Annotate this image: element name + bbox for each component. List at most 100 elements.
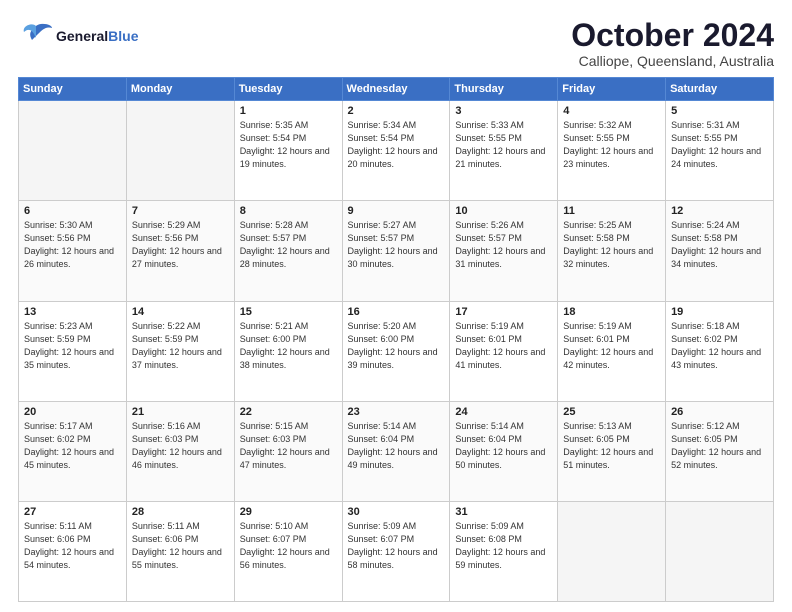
day-number: 23	[348, 406, 445, 418]
day-number: 19	[671, 306, 768, 318]
day-number: 28	[132, 506, 229, 518]
week-row-5: 27Sunrise: 5:11 AMSunset: 6:06 PMDayligh…	[19, 501, 774, 601]
calendar-cell: 8Sunrise: 5:28 AMSunset: 5:57 PMDaylight…	[234, 201, 342, 301]
day-number: 2	[348, 105, 445, 117]
location-subtitle: Calliope, Queensland, Australia	[571, 53, 774, 69]
calendar-cell: 3 Sunrise: 5:33 AMSunset: 5:55 PMDaylight…	[450, 101, 558, 201]
week-row-1: 1 Sunrise: 5:35 AMSunset: 5:54 PMDaylight…	[19, 101, 774, 201]
logo-text: GeneralBlue	[56, 28, 138, 45]
day-info: Sunrise: 5:35 AMSunset: 5:54 PMDaylight:…	[240, 119, 337, 171]
week-row-2: 6 Sunrise: 5:30 AMSunset: 5:56 PMDaylight…	[19, 201, 774, 301]
day-info: Sunrise: 5:30 AMSunset: 5:56 PMDaylight:…	[24, 219, 121, 271]
calendar-cell: 23 Sunrise: 5:14 AMSunset: 6:04 PMDayligh…	[342, 401, 450, 501]
day-info: Sunrise: 5:15 AMSunset: 6:03 PMDaylight:…	[240, 420, 337, 472]
calendar-cell: 1 Sunrise: 5:35 AMSunset: 5:54 PMDaylight…	[234, 101, 342, 201]
logo-blue: Blue	[108, 28, 138, 44]
calendar-cell: 22 Sunrise: 5:15 AMSunset: 6:03 PMDayligh…	[234, 401, 342, 501]
calendar-cell: 27Sunrise: 5:11 AMSunset: 6:06 PMDayligh…	[19, 501, 127, 601]
day-number: 13	[24, 306, 121, 318]
day-number: 9	[348, 205, 445, 217]
logo-svg	[18, 18, 54, 54]
calendar-cell: 7 Sunrise: 5:29 AMSunset: 5:56 PMDaylight…	[126, 201, 234, 301]
day-info: Sunrise: 5:19 AMSunset: 6:01 PMDaylight:…	[455, 320, 552, 372]
day-info: Sunrise: 5:20 AMSunset: 6:00 PMDaylight:…	[348, 320, 445, 372]
day-number: 24	[455, 406, 552, 418]
day-number: 29	[240, 506, 337, 518]
day-number: 25	[563, 406, 660, 418]
day-number: 6	[24, 205, 121, 217]
calendar-cell: 25 Sunrise: 5:13 AMSunset: 6:05 PMDayligh…	[558, 401, 666, 501]
weekday-header-monday: Monday	[126, 78, 234, 101]
day-number: 10	[455, 205, 552, 217]
day-number: 31	[455, 506, 552, 518]
day-info: Sunrise: 5:29 AMSunset: 5:56 PMDaylight:…	[132, 219, 229, 271]
day-info: Sunrise: 5:11 AMSunset: 6:06 PMDaylight:…	[132, 520, 229, 572]
weekday-header-friday: Friday	[558, 78, 666, 101]
weekday-header-row: SundayMondayTuesdayWednesdayThursdayFrid…	[19, 78, 774, 101]
day-number: 7	[132, 205, 229, 217]
day-info: Sunrise: 5:23 AMSunset: 5:59 PMDaylight:…	[24, 320, 121, 372]
day-number: 14	[132, 306, 229, 318]
day-info: Sunrise: 5:34 AMSunset: 5:54 PMDaylight:…	[348, 119, 445, 171]
calendar-cell: 10 Sunrise: 5:26 AMSunset: 5:57 PMDayligh…	[450, 201, 558, 301]
day-info: Sunrise: 5:21 AMSunset: 6:00 PMDaylight:…	[240, 320, 337, 372]
day-number: 21	[132, 406, 229, 418]
logo-general: General	[56, 28, 108, 44]
page: GeneralBlue October 2024 Calliope, Queen…	[0, 0, 792, 612]
calendar-cell: 30 Sunrise: 5:09 AMSunset: 6:07 PMDayligh…	[342, 501, 450, 601]
day-info: Sunrise: 5:31 AMSunset: 5:55 PMDaylight:…	[671, 119, 768, 171]
weekday-header-wednesday: Wednesday	[342, 78, 450, 101]
calendar-cell: 12 Sunrise: 5:24 AMSunset: 5:58 PMDayligh…	[666, 201, 774, 301]
weekday-header-saturday: Saturday	[666, 78, 774, 101]
calendar-cell: 4Sunrise: 5:32 AMSunset: 5:55 PMDaylight…	[558, 101, 666, 201]
day-number: 11	[563, 205, 660, 217]
calendar-cell	[558, 501, 666, 601]
day-number: 3	[455, 105, 552, 117]
day-info: Sunrise: 5:22 AMSunset: 5:59 PMDaylight:…	[132, 320, 229, 372]
day-number: 12	[671, 205, 768, 217]
calendar-cell	[19, 101, 127, 201]
day-info: Sunrise: 5:32 AMSunset: 5:55 PMDaylight:…	[563, 119, 660, 171]
day-info: Sunrise: 5:09 AMSunset: 6:07 PMDaylight:…	[348, 520, 445, 572]
day-info: Sunrise: 5:14 AMSunset: 6:04 PMDaylight:…	[455, 420, 552, 472]
day-number: 16	[348, 306, 445, 318]
day-info: Sunrise: 5:10 AMSunset: 6:07 PMDaylight:…	[240, 520, 337, 572]
calendar-cell: 31Sunrise: 5:09 AMSunset: 6:08 PMDayligh…	[450, 501, 558, 601]
weekday-header-tuesday: Tuesday	[234, 78, 342, 101]
day-info: Sunrise: 5:11 AMSunset: 6:06 PMDaylight:…	[24, 520, 121, 572]
calendar-cell: 19Sunrise: 5:18 AMSunset: 6:02 PMDayligh…	[666, 301, 774, 401]
calendar-cell: 2 Sunrise: 5:34 AMSunset: 5:54 PMDaylight…	[342, 101, 450, 201]
week-row-3: 13 Sunrise: 5:23 AMSunset: 5:59 PMDayligh…	[19, 301, 774, 401]
weekday-header-sunday: Sunday	[19, 78, 127, 101]
title-section: October 2024 Calliope, Queensland, Austr…	[571, 18, 774, 69]
calendar-cell: 24 Sunrise: 5:14 AMSunset: 6:04 PMDayligh…	[450, 401, 558, 501]
day-number: 17	[455, 306, 552, 318]
week-row-4: 20 Sunrise: 5:17 AMSunset: 6:02 PMDayligh…	[19, 401, 774, 501]
day-info: Sunrise: 5:16 AMSunset: 6:03 PMDaylight:…	[132, 420, 229, 472]
day-number: 1	[240, 105, 337, 117]
calendar-cell	[666, 501, 774, 601]
day-info: Sunrise: 5:17 AMSunset: 6:02 PMDaylight:…	[24, 420, 121, 472]
calendar-cell: 14 Sunrise: 5:22 AMSunset: 5:59 PMDayligh…	[126, 301, 234, 401]
day-number: 20	[24, 406, 121, 418]
day-info: Sunrise: 5:19 AMSunset: 6:01 PMDaylight:…	[563, 320, 660, 372]
calendar-cell: 28 Sunrise: 5:11 AMSunset: 6:06 PMDayligh…	[126, 501, 234, 601]
day-number: 5	[671, 105, 768, 117]
logo-icon	[18, 18, 54, 54]
day-number: 8	[240, 205, 337, 217]
day-info: Sunrise: 5:24 AMSunset: 5:58 PMDaylight:…	[671, 219, 768, 271]
calendar-cell: 5 Sunrise: 5:31 AMSunset: 5:55 PMDaylight…	[666, 101, 774, 201]
calendar-cell: 21 Sunrise: 5:16 AMSunset: 6:03 PMDayligh…	[126, 401, 234, 501]
day-info: Sunrise: 5:26 AMSunset: 5:57 PMDaylight:…	[455, 219, 552, 271]
calendar-cell: 20 Sunrise: 5:17 AMSunset: 6:02 PMDayligh…	[19, 401, 127, 501]
day-info: Sunrise: 5:12 AMSunset: 6:05 PMDaylight:…	[671, 420, 768, 472]
month-title: October 2024	[571, 18, 774, 53]
calendar-cell: 6 Sunrise: 5:30 AMSunset: 5:56 PMDaylight…	[19, 201, 127, 301]
day-info: Sunrise: 5:13 AMSunset: 6:05 PMDaylight:…	[563, 420, 660, 472]
day-info: Sunrise: 5:27 AMSunset: 5:57 PMDaylight:…	[348, 219, 445, 271]
day-number: 30	[348, 506, 445, 518]
day-info: Sunrise: 5:14 AMSunset: 6:04 PMDaylight:…	[348, 420, 445, 472]
day-info: Sunrise: 5:33 AMSunset: 5:55 PMDaylight:…	[455, 119, 552, 171]
calendar-cell: 26Sunrise: 5:12 AMSunset: 6:05 PMDayligh…	[666, 401, 774, 501]
day-number: 22	[240, 406, 337, 418]
